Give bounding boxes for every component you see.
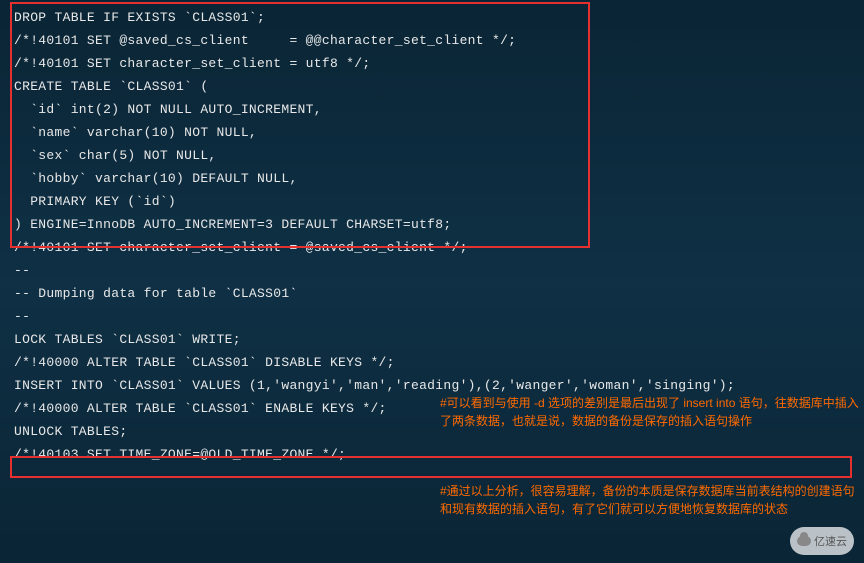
annotation-insert-explanation: #可以看到与使用 -d 选项的差别是最后出现了 insert into 语句，往… <box>440 394 860 430</box>
sql-line: -- <box>14 259 850 282</box>
sql-line: /*!40000 ALTER TABLE `CLASS01` DISABLE K… <box>14 351 850 374</box>
sql-line: /*!40103 SET TIME_ZONE=@OLD_TIME_ZONE */… <box>14 443 850 466</box>
sql-line: -- <box>14 305 850 328</box>
sql-line: `id` int(2) NOT NULL AUTO_INCREMENT, <box>14 98 850 121</box>
sql-line: /*!40101 SET character_set_client = utf8… <box>14 52 850 75</box>
sql-line: LOCK TABLES `CLASS01` WRITE; <box>14 328 850 351</box>
sql-line: `hobby` varchar(10) DEFAULT NULL, <box>14 167 850 190</box>
sql-line: `sex` char(5) NOT NULL, <box>14 144 850 167</box>
cloud-icon <box>797 536 811 546</box>
sql-line: ) ENGINE=InnoDB AUTO_INCREMENT=3 DEFAULT… <box>14 213 850 236</box>
sql-line: /*!40101 SET character_set_client = @sav… <box>14 236 850 259</box>
watermark-text: 亿速云 <box>814 533 847 549</box>
sql-line: /*!40101 SET @saved_cs_client = @@charac… <box>14 29 850 52</box>
sql-line: DROP TABLE IF EXISTS `CLASS01`; <box>14 6 850 29</box>
watermark-logo: 亿速云 <box>790 527 854 555</box>
sql-line: PRIMARY KEY (`id`) <box>14 190 850 213</box>
annotation-backup-essence: #通过以上分析，很容易理解，备份的本质是保存数据库当前表结构的创建语句和现有数据… <box>440 482 860 518</box>
sql-line: -- Dumping data for table `CLASS01` <box>14 282 850 305</box>
sql-line: `name` varchar(10) NOT NULL, <box>14 121 850 144</box>
sql-line: CREATE TABLE `CLASS01` ( <box>14 75 850 98</box>
